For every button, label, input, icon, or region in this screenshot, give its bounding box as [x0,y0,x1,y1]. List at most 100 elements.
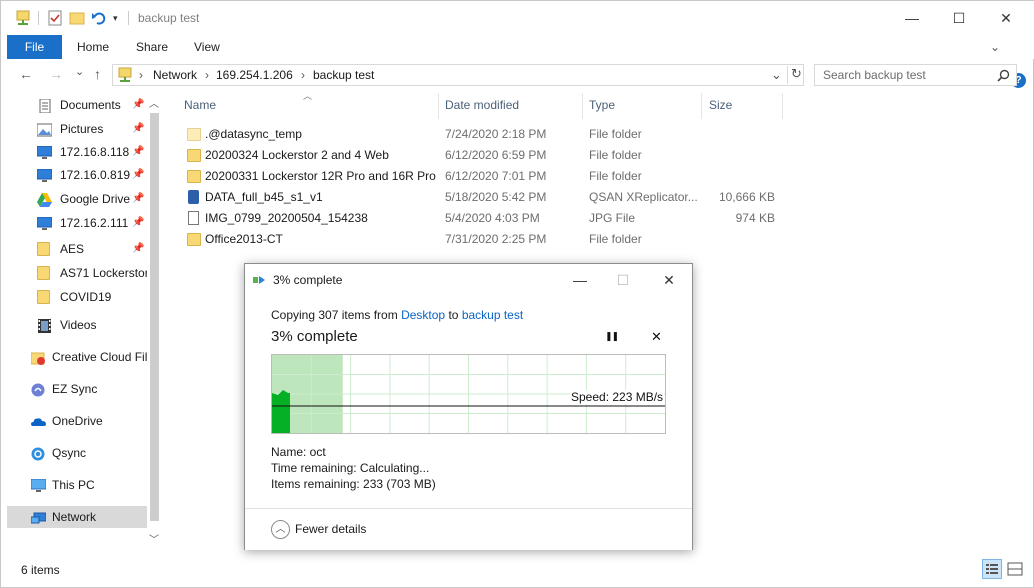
pin-icon[interactable]: 📌 [132,118,144,140]
ez-sync-icon [31,382,46,397]
column-divider[interactable] [582,93,583,119]
pin-icon[interactable]: 📌 [132,141,144,163]
pin-icon[interactable]: 📌 [132,164,144,186]
recent-locations-button[interactable]: ⌄ [75,65,84,78]
details-view-icon[interactable] [982,559,1002,579]
tab-file[interactable]: File [7,35,62,59]
address-bar[interactable]: › Network › 169.254.1.206 › backup test … [112,64,804,86]
pictures-icon [36,122,53,137]
undo-icon[interactable] [91,10,107,26]
sidebar-item-ez-sync[interactable]: EZ Sync [7,378,147,400]
file-date: 5/4/2020 4:03 PM [445,211,540,225]
window-title: backup test [138,11,200,25]
file-row[interactable]: Office2013-CT 7/31/2020 2:25 PM File fol… [183,229,783,250]
dialog-maximize-button[interactable]: ☐ [603,268,643,292]
breadcrumb-separator[interactable]: › [205,68,209,82]
pin-icon[interactable]: 📌 [132,94,144,116]
expand-ribbon-icon[interactable]: ⌄ [990,35,1000,59]
sidebar-item-as71-lockerstor[interactable]: AS71 Lockerstor [7,262,147,284]
large-icons-view-icon[interactable] [1006,560,1024,578]
copy-icon [253,274,267,286]
file-row[interactable]: 20200324 Lockerstor 2 and 4 Web 6/12/202… [183,145,783,166]
file-row[interactable]: 20200331 Lockerstor 12R Pro and 16R Pro … [183,166,783,187]
sidebar-item-network[interactable]: Network [7,506,147,528]
cancel-copy-button[interactable]: ✕ [651,329,662,345]
file-row[interactable]: DATA_full_b45_s1_v1 5/18/2020 5:42 PM QS… [183,187,783,208]
sidebar-item-172-16-0-819[interactable]: 172.16.0.819 📌 [7,164,147,186]
scroll-up-button[interactable]: ︿ [149,95,159,110]
folder-icon [187,233,201,246]
sidebar-item-172-16-2-111[interactable]: 172.16.2.111 📌 [7,212,147,234]
breadcrumb-separator[interactable]: › [301,68,305,82]
network-drive-icon[interactable] [15,10,31,26]
dialog-close-button[interactable]: ✕ [649,268,689,292]
breadcrumb-host[interactable]: 169.254.1.206 [216,68,293,82]
back-button[interactable]: ← [19,66,33,82]
sidebar-item-172-16-8-118[interactable]: 172.16.8.118 📌 [7,141,147,163]
pin-icon[interactable]: 📌 [132,188,144,210]
dialog-minimize-button[interactable]: — [560,268,600,292]
pin-icon[interactable]: 📌 [132,212,144,234]
sidebar-scrollbar[interactable]: ︿ ﹀ [147,93,162,549]
column-header-name[interactable]: Name [184,98,216,114]
close-button[interactable]: ✕ [983,5,1029,31]
sidebar-item-aes[interactable]: AES 📌 [7,238,147,260]
tab-view[interactable]: View [194,35,220,59]
sidebar-item-pictures[interactable]: Pictures 📌 [7,118,147,140]
pause-button[interactable]: ❚❚ [605,331,619,342]
column-header-date[interactable]: Date modified [445,98,519,114]
fewer-details-button[interactable]: Fewer details [295,522,366,536]
tab-share[interactable]: Share [136,35,168,59]
file-size: 974 KB [735,211,775,225]
sidebar-item-videos[interactable]: Videos [7,314,147,336]
minimize-button[interactable]: — [889,5,935,31]
search-input[interactable]: Search backup test [823,68,926,82]
file-date: 7/31/2020 2:25 PM [445,232,547,246]
properties-icon[interactable] [47,10,63,26]
file-row[interactable]: IMG_0799_20200504_154238 5/4/2020 4:03 P… [183,208,783,229]
creative-cloud-icon [30,350,46,365]
new-folder-icon[interactable] [69,10,85,26]
title-bar: ▾ backup test — ☐ ✕ [1,1,1034,35]
sidebar-item-covid19[interactable]: COVID19 [7,286,147,308]
pin-icon[interactable]: 📌 [132,238,144,260]
refresh-button[interactable]: ↻ [787,66,803,84]
monitor-icon [36,168,53,182]
column-divider[interactable] [438,93,439,119]
column-divider[interactable] [782,93,783,119]
breadcrumb-separator[interactable]: › [139,68,143,82]
google-drive-icon [37,192,52,207]
customize-toolbar-icon[interactable]: ▾ [113,10,129,26]
search-box[interactable]: Search backup test [814,64,1017,86]
column-header-size[interactable]: Size [709,98,732,114]
scroll-thumb[interactable] [150,113,159,521]
column-header-type[interactable]: Type [589,98,615,114]
sidebar-item-this-pc[interactable]: This PC [7,474,147,496]
source-link[interactable]: Desktop [401,308,445,322]
items-remaining: Items remaining: 233 (703 MB) [271,477,436,491]
sidebar-item-creative-cloud[interactable]: Creative Cloud Fil [7,346,147,368]
column-divider[interactable] [701,93,702,119]
chevron-up-icon[interactable]: ︿ [271,520,290,539]
sidebar-item-onedrive[interactable]: OneDrive [7,410,147,432]
file-name: 20200331 Lockerstor 12R Pro and 16R Pro [205,169,436,183]
forward-button[interactable]: → [49,66,63,82]
sidebar-item-documents[interactable]: Documents 📌 [7,94,147,116]
transfer-speed-graph: Speed: 223 MB/s [271,354,666,434]
file-type: JPG File [589,211,636,225]
throughput-area [272,390,290,433]
search-icon[interactable] [997,69,1010,82]
sidebar-item-google-drive[interactable]: Google Drive 📌 [7,188,147,210]
tab-home[interactable]: Home [77,35,109,59]
maximize-button[interactable]: ☐ [936,5,982,31]
sidebar-item-qsync[interactable]: Qsync [7,442,147,464]
breadcrumb-network[interactable]: Network [153,68,197,82]
up-button[interactable]: ↑ [94,66,101,82]
destination-link[interactable]: backup test [462,308,523,322]
network-drive-icon [117,67,133,83]
file-type: File folder [589,127,642,141]
scroll-down-button[interactable]: ﹀ [149,531,159,546]
file-row[interactable]: .@datasync_temp 7/24/2020 2:18 PM File f… [183,124,783,145]
breadcrumb-folder[interactable]: backup test [313,68,374,82]
address-dropdown-button[interactable]: ⌄ [771,67,782,83]
